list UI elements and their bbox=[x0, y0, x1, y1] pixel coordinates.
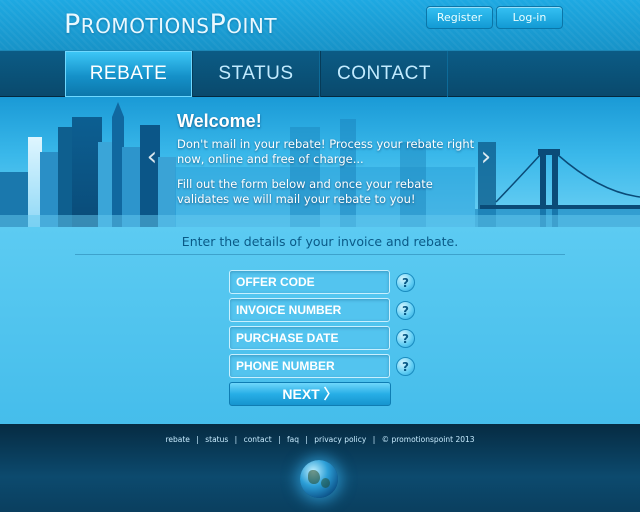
banner-paragraph: Fill out the form below and once your re… bbox=[177, 177, 433, 206]
offer-code-input[interactable]: OFFER CODE bbox=[229, 270, 390, 294]
invoice-number-input[interactable]: INVOICE NUMBER bbox=[229, 298, 390, 322]
footer-separator: | bbox=[305, 435, 308, 444]
next-button-label: NEXT bbox=[282, 386, 320, 402]
phone-number-input[interactable]: PHONE NUMBER bbox=[229, 354, 390, 378]
banner-paragraph: Don't mail in your rebate! Process your … bbox=[177, 137, 475, 166]
register-button[interactable]: Register bbox=[426, 6, 493, 29]
footer-link-privacy-policy[interactable]: privacy policy bbox=[314, 435, 366, 444]
divider bbox=[75, 254, 565, 255]
purchase-date-input[interactable]: PURCHASE DATE bbox=[229, 326, 390, 350]
chevron-right-icon: › bbox=[480, 142, 492, 172]
footer-separator: | bbox=[196, 435, 199, 444]
rebate-form: Enter the details of your invoice and re… bbox=[0, 227, 640, 424]
phone-number-help-icon[interactable]: ? bbox=[396, 357, 415, 376]
footer-link-status[interactable]: status bbox=[205, 435, 228, 444]
logo-word-part: OINT bbox=[226, 14, 278, 38]
globe-icon bbox=[300, 460, 338, 498]
footer-copyright: © promotionspoint 2013 bbox=[381, 435, 475, 444]
site-header: PROMOTIONSPOINT Register Log-in bbox=[0, 0, 640, 50]
hero-banner: ‹ › Welcome! Don't mail in your rebate! … bbox=[0, 97, 640, 227]
nav-tab-rebate[interactable]: REBATE bbox=[65, 51, 192, 97]
footer-separator: | bbox=[372, 435, 376, 444]
nav-tab-contact[interactable]: CONTACT bbox=[320, 51, 448, 97]
form-instructions: Enter the details of your invoice and re… bbox=[181, 234, 459, 249]
logo-letter: P bbox=[209, 9, 227, 40]
footer-links: rebate | status | contact | faq | privac… bbox=[0, 435, 640, 444]
nav-tab-status[interactable]: STATUS bbox=[192, 51, 320, 97]
chevron-left-icon: ‹ bbox=[146, 142, 158, 172]
login-button[interactable]: Log-in bbox=[496, 6, 563, 29]
site-logo[interactable]: PROMOTIONSPOINT bbox=[64, 9, 277, 40]
footer-separator: | bbox=[234, 435, 238, 444]
site-footer: rebate | status | contact | faq | privac… bbox=[0, 424, 640, 512]
logo-word-part: ROMOTIONS bbox=[80, 14, 210, 38]
welcome-heading: Welcome! bbox=[177, 111, 262, 131]
next-button[interactable]: NEXT 〉 bbox=[229, 382, 391, 406]
purchase-date-help-icon[interactable]: ? bbox=[396, 329, 415, 348]
banner-next-button[interactable]: › bbox=[474, 142, 498, 172]
invoice-number-help-icon[interactable]: ? bbox=[396, 301, 415, 320]
banner-text: Welcome! Don't mail in your rebate! Proc… bbox=[177, 111, 477, 207]
chevron-right-icon: 〉 bbox=[323, 386, 338, 402]
footer-separator: | bbox=[278, 435, 281, 444]
footer-link-rebate[interactable]: rebate bbox=[165, 435, 189, 444]
logo-letter: P bbox=[64, 9, 81, 40]
footer-link-faq[interactable]: faq bbox=[287, 435, 299, 444]
offer-code-help-icon[interactable]: ? bbox=[396, 273, 415, 292]
banner-prev-button[interactable]: ‹ bbox=[140, 142, 164, 172]
footer-link-contact[interactable]: contact bbox=[244, 435, 272, 444]
main-nav: REBATE STATUS CONTACT bbox=[0, 50, 640, 97]
